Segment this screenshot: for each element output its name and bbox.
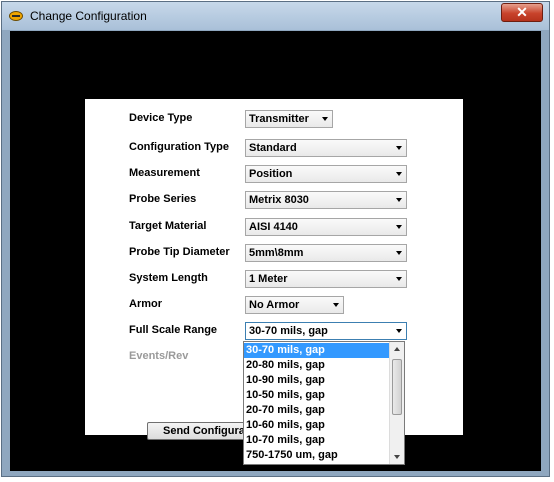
probe-tip-diameter-value: 5mm\8mm — [249, 247, 304, 259]
title-bar[interactable]: Change Configuration ✕ — [2, 2, 549, 30]
armor-label: Armor — [129, 298, 163, 310]
probe-series-label: Probe Series — [129, 193, 197, 205]
scroll-up-arrow-icon[interactable] — [390, 342, 404, 356]
probe-series-select[interactable]: Metrix 8030 — [245, 191, 407, 209]
scrollbar-thumb[interactable] — [392, 359, 402, 415]
dropdown-option[interactable]: 20-80 mils, gap — [244, 358, 389, 373]
device-type-value: Transmitter — [249, 113, 309, 125]
dropdown-option[interactable]: 10-50 mils, gap — [244, 388, 389, 403]
target-material-label: Target Material — [129, 220, 207, 232]
dropdown-option[interactable]: 20-70 mils, gap — [244, 403, 389, 418]
dropdown-option[interactable]: 750-1750 um, gap — [244, 448, 389, 463]
scroll-down-arrow-icon[interactable] — [390, 450, 404, 464]
probe-series-value: Metrix 8030 — [249, 194, 309, 206]
chevron-down-icon — [322, 117, 328, 121]
target-material-value: AISI 4140 — [249, 221, 298, 233]
full-scale-range-dropdown-list[interactable]: 30-70 mils, gap 20-80 mils, gap 10-90 mi… — [243, 341, 405, 465]
events-rev-label: Events/Rev — [129, 350, 189, 362]
dropdown-option[interactable]: 10-70 mils, gap — [244, 433, 389, 448]
dropdown-option[interactable]: 30-70 mils, gap — [244, 343, 389, 358]
system-length-select[interactable]: 1 Meter — [245, 270, 407, 288]
full-scale-range-label: Full Scale Range — [129, 324, 218, 336]
dropdown-scrollbar[interactable] — [389, 342, 404, 464]
probe-tip-diameter-label: Probe Tip Diameter — [129, 246, 230, 258]
chevron-down-icon — [396, 172, 402, 176]
system-length-label: System Length — [129, 272, 208, 284]
measurement-select[interactable]: Position — [245, 165, 407, 183]
full-scale-range-select[interactable]: 30-70 mils, gap — [245, 322, 407, 340]
chevron-down-icon — [396, 277, 402, 281]
configuration-type-value: Standard — [249, 142, 297, 154]
device-type-select[interactable]: Transmitter — [245, 110, 333, 128]
device-type-label: Device Type — [129, 112, 193, 124]
measurement-value: Position — [249, 168, 293, 180]
close-button[interactable]: ✕ — [501, 3, 543, 22]
dropdown-option[interactable]: 10-60 mils, gap — [244, 418, 389, 433]
configuration-type-select[interactable]: Standard — [245, 139, 407, 157]
chevron-down-icon — [396, 146, 402, 150]
armor-value: No Armor — [249, 299, 300, 311]
chevron-down-icon — [396, 225, 402, 229]
app-icon — [9, 11, 23, 21]
chevron-down-icon — [396, 251, 402, 255]
armor-select[interactable]: No Armor — [245, 296, 344, 314]
chevron-down-icon — [333, 303, 339, 307]
chevron-down-icon — [396, 329, 402, 333]
probe-tip-diameter-select[interactable]: 5mm\8mm — [245, 244, 407, 262]
system-length-value: 1 Meter — [249, 273, 288, 285]
configuration-type-label: Configuration Type — [129, 141, 230, 153]
chevron-down-icon — [396, 198, 402, 202]
measurement-label: Measurement — [129, 167, 200, 179]
dropdown-option[interactable]: 10-90 mils, gap — [244, 373, 389, 388]
target-material-select[interactable]: AISI 4140 — [245, 218, 407, 236]
window-title: Change Configuration — [30, 9, 147, 23]
full-scale-range-value: 30-70 mils, gap — [249, 325, 328, 337]
